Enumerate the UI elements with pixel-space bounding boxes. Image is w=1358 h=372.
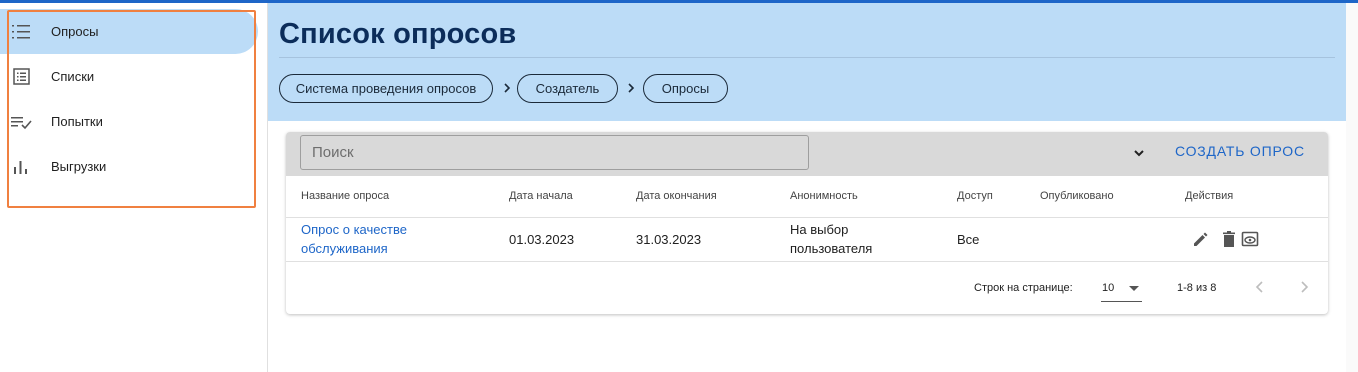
checklist-icon (11, 117, 32, 130)
sidebar-item-attempts[interactable]: Попытки (0, 99, 258, 144)
column-header-name[interactable]: Название опроса (301, 190, 389, 202)
rows-per-page-value: 10 (1102, 282, 1115, 294)
previous-page-icon[interactable] (1252, 279, 1268, 295)
table-toolbar: Поиск СОЗДАТЬ ОПРОС (286, 132, 1328, 176)
dropdown-arrow-icon (1129, 286, 1139, 291)
anonymity-line: На выбор (790, 222, 849, 237)
page-title: Список опросов (279, 18, 517, 50)
delete-icon[interactable] (1220, 230, 1238, 248)
search-input[interactable]: Поиск (300, 135, 809, 170)
bar-chart-icon (14, 161, 27, 174)
pagination-range: 1-8 из 8 (1177, 282, 1217, 294)
edit-icon[interactable] (1192, 230, 1210, 248)
sidebar-item-label: Списки (51, 69, 95, 84)
anonymity-line: пользователя (790, 241, 873, 256)
survey-name-line: обслуживания (301, 241, 388, 256)
survey-name-link[interactable]: Опрос о качестве обслуживания (301, 220, 407, 258)
sidebar-item-label: Опросы (51, 24, 99, 39)
sidebar-item-label: Выгрузки (51, 159, 107, 174)
sidebar-item-lists[interactable]: Списки (0, 54, 258, 99)
chevron-right-icon (628, 83, 635, 93)
sidebar: Опросы Списки Попытки Выгрузки (0, 3, 268, 372)
column-header-start[interactable]: Дата начала (509, 190, 573, 202)
scrollbar[interactable] (1346, 3, 1358, 372)
next-page-icon[interactable] (1296, 279, 1312, 295)
breadcrumb-surveys[interactable]: Опросы (643, 74, 728, 103)
divider (286, 261, 1328, 262)
survey-name-line: Опрос о качестве (301, 222, 407, 237)
create-survey-button[interactable]: СОЗДАТЬ ОПРОС (1175, 143, 1305, 159)
view-icon[interactable] (1241, 230, 1259, 248)
rows-per-page-select[interactable]: 10 (1101, 280, 1142, 302)
rows-per-page-label: Строк на странице: (974, 282, 1073, 294)
chevron-down-icon[interactable] (1132, 146, 1146, 160)
list-numbered-icon (12, 25, 30, 39)
chevron-right-icon (504, 83, 511, 93)
column-header-published[interactable]: Опубликовано (1040, 190, 1114, 202)
divider (279, 57, 1335, 58)
access-value: Все (957, 232, 980, 247)
sidebar-item-surveys[interactable]: Опросы (0, 9, 258, 54)
surveys-table-card: Поиск СОЗДАТЬ ОПРОС Название опроса Дата… (286, 132, 1328, 314)
end-date: 31.03.2023 (636, 232, 702, 247)
breadcrumb-creator[interactable]: Создатель (517, 74, 618, 103)
column-header-access[interactable]: Доступ (957, 190, 993, 202)
column-header-end[interactable]: Дата окончания (636, 190, 717, 202)
anonymity-value: На выбор пользователя (790, 220, 872, 258)
start-date: 01.03.2023 (509, 232, 575, 247)
list-box-icon (13, 68, 30, 85)
sidebar-item-label: Попытки (51, 114, 103, 129)
column-header-actions: Действия (1185, 190, 1234, 202)
sidebar-item-exports[interactable]: Выгрузки (0, 144, 258, 189)
page-header: Список опросов Система проведения опросо… (268, 3, 1346, 121)
divider (286, 217, 1328, 218)
breadcrumb-survey-system[interactable]: Система проведения опросов (279, 74, 493, 103)
column-header-anonymity[interactable]: Анонимность (790, 190, 858, 202)
